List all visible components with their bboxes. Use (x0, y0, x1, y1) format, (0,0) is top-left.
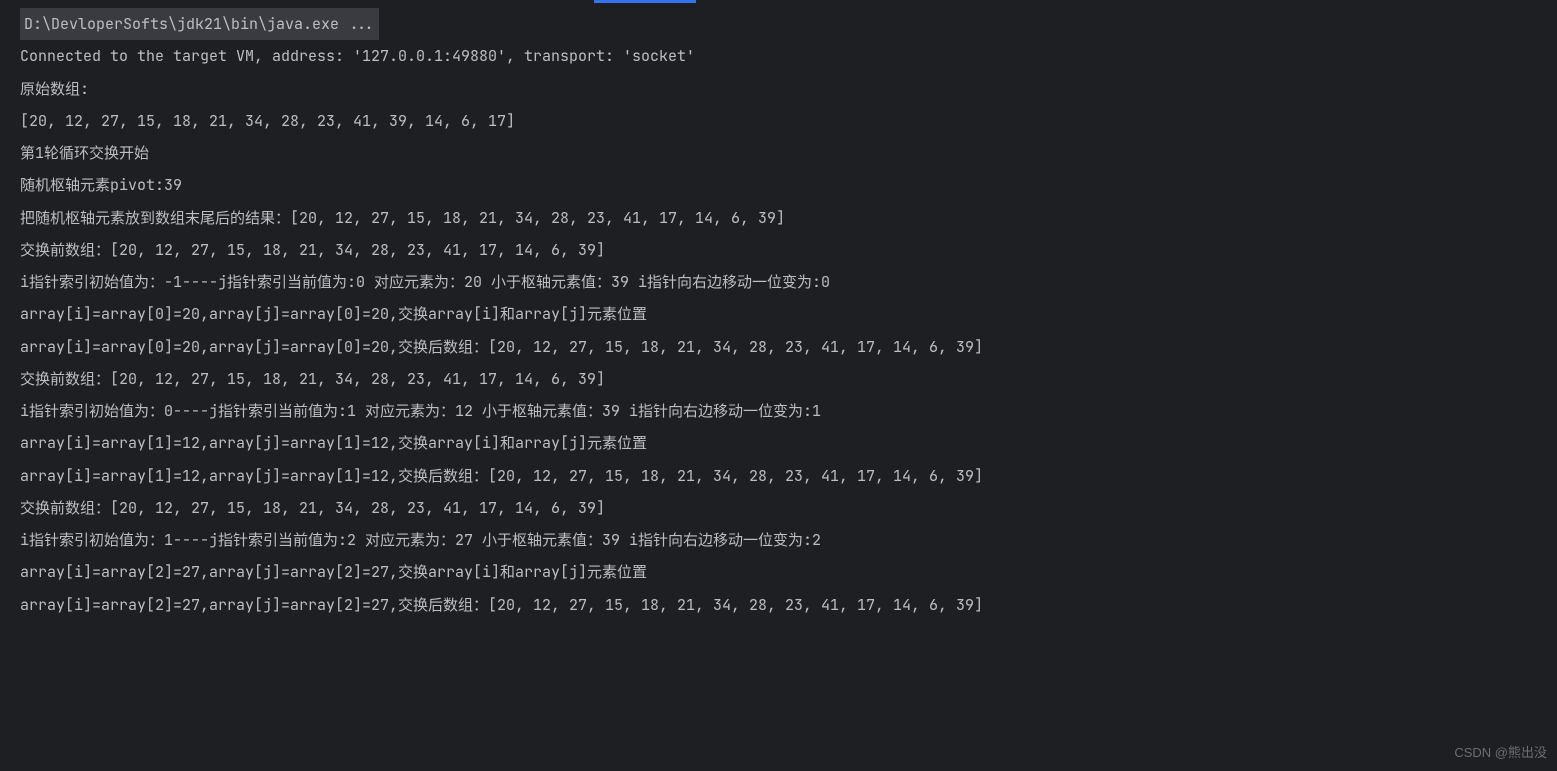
console-line: array[i]=array[0]=20,array[j]=array[0]=2… (20, 298, 1557, 330)
console-line: array[i]=array[1]=12,array[j]=array[1]=1… (20, 427, 1557, 459)
console-line: 交换前数组：[20, 12, 27, 15, 18, 21, 34, 28, 2… (20, 234, 1557, 266)
command-line: D:\DevloperSofts\jdk21\bin\java.exe ... (20, 8, 1557, 40)
console-line: 交换前数组：[20, 12, 27, 15, 18, 21, 34, 28, 2… (20, 363, 1557, 395)
console-line: 交换前数组：[20, 12, 27, 15, 18, 21, 34, 28, 2… (20, 492, 1557, 524)
console-line: 第1轮循环交换开始 (20, 137, 1557, 169)
console-line: array[i]=array[2]=27,array[j]=array[2]=2… (20, 556, 1557, 588)
console-line: 把随机枢轴元素放到数组末尾后的结果：[20, 12, 27, 15, 18, 2… (20, 202, 1557, 234)
console-line: [20, 12, 27, 15, 18, 21, 34, 28, 23, 41,… (20, 105, 1557, 137)
console-line: array[i]=array[0]=20,array[j]=array[0]=2… (20, 331, 1557, 363)
active-tab-indicator (594, 0, 696, 3)
console-line: i指针索引初始值为：1----j指针索引当前值为:2 对应元素为：27 小于枢轴… (20, 524, 1557, 556)
console-line: array[i]=array[1]=12,array[j]=array[1]=1… (20, 460, 1557, 492)
console-line: array[i]=array[2]=27,array[j]=array[2]=2… (20, 589, 1557, 621)
console-line: i指针索引初始值为：0----j指针索引当前值为:1 对应元素为：12 小于枢轴… (20, 395, 1557, 427)
command-line-text: D:\DevloperSofts\jdk21\bin\java.exe ... (20, 8, 379, 40)
console-output[interactable]: D:\DevloperSofts\jdk21\bin\java.exe ... … (0, 0, 1557, 621)
console-line: 原始数组: (20, 73, 1557, 105)
console-line: i指针索引初始值为：-1----j指针索引当前值为:0 对应元素为：20 小于枢… (20, 266, 1557, 298)
watermark: CSDN @熊出没 (1454, 739, 1547, 767)
console-line: 随机枢轴元素pivot:39 (20, 169, 1557, 201)
console-line: Connected to the target VM, address: '12… (20, 40, 1557, 72)
